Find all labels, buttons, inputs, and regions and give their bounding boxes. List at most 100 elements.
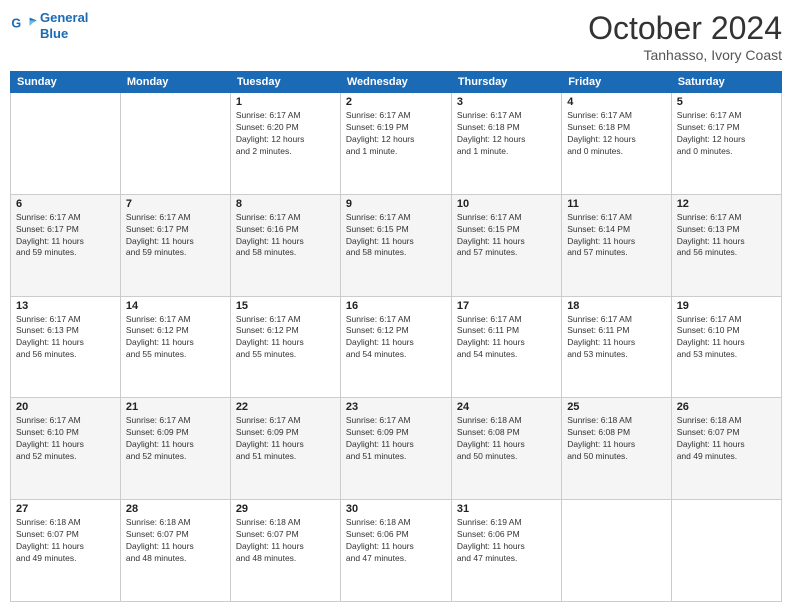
day-info: Sunrise: 6:18 AM Sunset: 6:06 PM Dayligh… [346, 517, 446, 565]
calendar-cell: 20 Sunrise: 6:17 AM Sunset: 6:10 PM Dayli… [11, 398, 121, 500]
day-info: Sunrise: 6:18 AM Sunset: 6:07 PM Dayligh… [16, 517, 115, 565]
day-info: Sunrise: 6:17 AM Sunset: 6:10 PM Dayligh… [677, 314, 776, 362]
calendar-cell: 15 Sunrise: 6:17 AM Sunset: 6:12 PM Dayli… [230, 296, 340, 398]
calendar-cell: 23 Sunrise: 6:17 AM Sunset: 6:09 PM Dayli… [340, 398, 451, 500]
weekday-header-row: SundayMondayTuesdayWednesdayThursdayFrid… [11, 72, 782, 93]
day-number: 5 [677, 96, 776, 108]
calendar-cell: 29 Sunrise: 6:18 AM Sunset: 6:07 PM Dayli… [230, 500, 340, 602]
day-info: Sunrise: 6:18 AM Sunset: 6:07 PM Dayligh… [126, 517, 225, 565]
day-info: Sunrise: 6:17 AM Sunset: 6:15 PM Dayligh… [346, 212, 446, 260]
day-info: Sunrise: 6:17 AM Sunset: 6:19 PM Dayligh… [346, 110, 446, 158]
day-info: Sunrise: 6:18 AM Sunset: 6:08 PM Dayligh… [457, 415, 556, 463]
weekday-header-sunday: Sunday [11, 72, 121, 93]
day-info: Sunrise: 6:17 AM Sunset: 6:11 PM Dayligh… [457, 314, 556, 362]
day-number: 9 [346, 198, 446, 210]
day-info: Sunrise: 6:17 AM Sunset: 6:13 PM Dayligh… [677, 212, 776, 260]
calendar-cell: 13 Sunrise: 6:17 AM Sunset: 6:13 PM Dayli… [11, 296, 121, 398]
day-number: 22 [236, 401, 335, 413]
calendar-cell: 4 Sunrise: 6:17 AM Sunset: 6:18 PM Daylig… [562, 93, 672, 195]
day-number: 27 [16, 503, 115, 515]
weekday-header-tuesday: Tuesday [230, 72, 340, 93]
day-number: 4 [567, 96, 666, 108]
day-number: 31 [457, 503, 556, 515]
calendar-cell: 22 Sunrise: 6:17 AM Sunset: 6:09 PM Dayli… [230, 398, 340, 500]
calendar-cell: 1Sunrise: 6:17 AM Sunset: 6:20 PM Daylig… [230, 93, 340, 195]
day-info: Sunrise: 6:17 AM Sunset: 6:11 PM Dayligh… [567, 314, 666, 362]
calendar-cell: 12 Sunrise: 6:17 AM Sunset: 6:13 PM Dayli… [671, 194, 781, 296]
day-info: Sunrise: 6:17 AM Sunset: 6:18 PM Dayligh… [457, 110, 556, 158]
weekday-header-friday: Friday [562, 72, 672, 93]
calendar-cell: 26 Sunrise: 6:18 AM Sunset: 6:07 PM Dayli… [671, 398, 781, 500]
day-number: 20 [16, 401, 115, 413]
day-info: Sunrise: 6:18 AM Sunset: 6:07 PM Dayligh… [677, 415, 776, 463]
day-info: Sunrise: 6:17 AM Sunset: 6:09 PM Dayligh… [236, 415, 335, 463]
day-number: 29 [236, 503, 335, 515]
calendar-cell: 2 Sunrise: 6:17 AM Sunset: 6:19 PM Daylig… [340, 93, 451, 195]
day-number: 25 [567, 401, 666, 413]
day-info: Sunrise: 6:17 AM Sunset: 6:12 PM Dayligh… [346, 314, 446, 362]
title-block: October 2024 Tanhasso, Ivory Coast [588, 10, 782, 63]
day-number: 2 [346, 96, 446, 108]
header: G General Blue October 2024 Tanhasso, Iv… [10, 10, 782, 63]
day-number: 26 [677, 401, 776, 413]
svg-text:G: G [11, 16, 21, 30]
page: G General Blue October 2024 Tanhasso, Iv… [0, 0, 792, 612]
day-info: Sunrise: 6:17 AM Sunset: 6:20 PM Dayligh… [236, 110, 335, 158]
day-number: 10 [457, 198, 556, 210]
week-row-5: 27 Sunrise: 6:18 AM Sunset: 6:07 PM Dayli… [11, 500, 782, 602]
day-info: Sunrise: 6:17 AM Sunset: 6:12 PM Dayligh… [126, 314, 225, 362]
day-number: 19 [677, 300, 776, 312]
day-number: 28 [126, 503, 225, 515]
day-info: Sunrise: 6:17 AM Sunset: 6:09 PM Dayligh… [346, 415, 446, 463]
calendar-cell: 16Sunrise: 6:17 AM Sunset: 6:12 PM Dayli… [340, 296, 451, 398]
day-info: Sunrise: 6:17 AM Sunset: 6:12 PM Dayligh… [236, 314, 335, 362]
day-info: Sunrise: 6:17 AM Sunset: 6:13 PM Dayligh… [16, 314, 115, 362]
calendar-cell: 25 Sunrise: 6:18 AM Sunset: 6:08 PM Dayli… [562, 398, 672, 500]
calendar-cell [120, 93, 230, 195]
day-number: 18 [567, 300, 666, 312]
day-number: 12 [677, 198, 776, 210]
calendar-cell: 21 Sunrise: 6:17 AM Sunset: 6:09 PM Dayli… [120, 398, 230, 500]
calendar-cell: 10 Sunrise: 6:17 AM Sunset: 6:15 PM Dayli… [451, 194, 561, 296]
day-info: Sunrise: 6:17 AM Sunset: 6:15 PM Dayligh… [457, 212, 556, 260]
weekday-header-monday: Monday [120, 72, 230, 93]
day-info: Sunrise: 6:18 AM Sunset: 6:07 PM Dayligh… [236, 517, 335, 565]
logo-text: General Blue [40, 10, 88, 41]
day-info: Sunrise: 6:19 AM Sunset: 6:06 PM Dayligh… [457, 517, 556, 565]
weekday-header-saturday: Saturday [671, 72, 781, 93]
week-row-1: 1Sunrise: 6:17 AM Sunset: 6:20 PM Daylig… [11, 93, 782, 195]
logo-icon: G [10, 12, 38, 40]
day-number: 15 [236, 300, 335, 312]
calendar-cell: 30 Sunrise: 6:18 AM Sunset: 6:06 PM Dayli… [340, 500, 451, 602]
day-info: Sunrise: 6:17 AM Sunset: 6:17 PM Dayligh… [16, 212, 115, 260]
location-subtitle: Tanhasso, Ivory Coast [588, 47, 782, 63]
day-number: 11 [567, 198, 666, 210]
day-number: 30 [346, 503, 446, 515]
day-number: 21 [126, 401, 225, 413]
calendar-cell [562, 500, 672, 602]
calendar-cell: 3 Sunrise: 6:17 AM Sunset: 6:18 PM Daylig… [451, 93, 561, 195]
day-number: 7 [126, 198, 225, 210]
day-number: 23 [346, 401, 446, 413]
calendar-cell: 5Sunrise: 6:17 AM Sunset: 6:17 PM Daylig… [671, 93, 781, 195]
day-info: Sunrise: 6:17 AM Sunset: 6:17 PM Dayligh… [126, 212, 225, 260]
calendar-cell [671, 500, 781, 602]
weekday-header-thursday: Thursday [451, 72, 561, 93]
day-number: 3 [457, 96, 556, 108]
calendar-cell: 19 Sunrise: 6:17 AM Sunset: 6:10 PM Dayli… [671, 296, 781, 398]
calendar-cell: 17Sunrise: 6:17 AM Sunset: 6:11 PM Dayli… [451, 296, 561, 398]
day-info: Sunrise: 6:17 AM Sunset: 6:18 PM Dayligh… [567, 110, 666, 158]
day-info: Sunrise: 6:18 AM Sunset: 6:08 PM Dayligh… [567, 415, 666, 463]
day-number: 13 [16, 300, 115, 312]
day-info: Sunrise: 6:17 AM Sunset: 6:10 PM Dayligh… [16, 415, 115, 463]
day-info: Sunrise: 6:17 AM Sunset: 6:09 PM Dayligh… [126, 415, 225, 463]
week-row-4: 20 Sunrise: 6:17 AM Sunset: 6:10 PM Dayli… [11, 398, 782, 500]
calendar-cell: 18 Sunrise: 6:17 AM Sunset: 6:11 PM Dayli… [562, 296, 672, 398]
day-number: 6 [16, 198, 115, 210]
calendar-cell [11, 93, 121, 195]
day-info: Sunrise: 6:17 AM Sunset: 6:14 PM Dayligh… [567, 212, 666, 260]
calendar-cell: 31 Sunrise: 6:19 AM Sunset: 6:06 PM Dayli… [451, 500, 561, 602]
calendar-cell: 27 Sunrise: 6:18 AM Sunset: 6:07 PM Dayli… [11, 500, 121, 602]
calendar-cell: 7 Sunrise: 6:17 AM Sunset: 6:17 PM Daylig… [120, 194, 230, 296]
calendar-table: SundayMondayTuesdayWednesdayThursdayFrid… [10, 71, 782, 602]
